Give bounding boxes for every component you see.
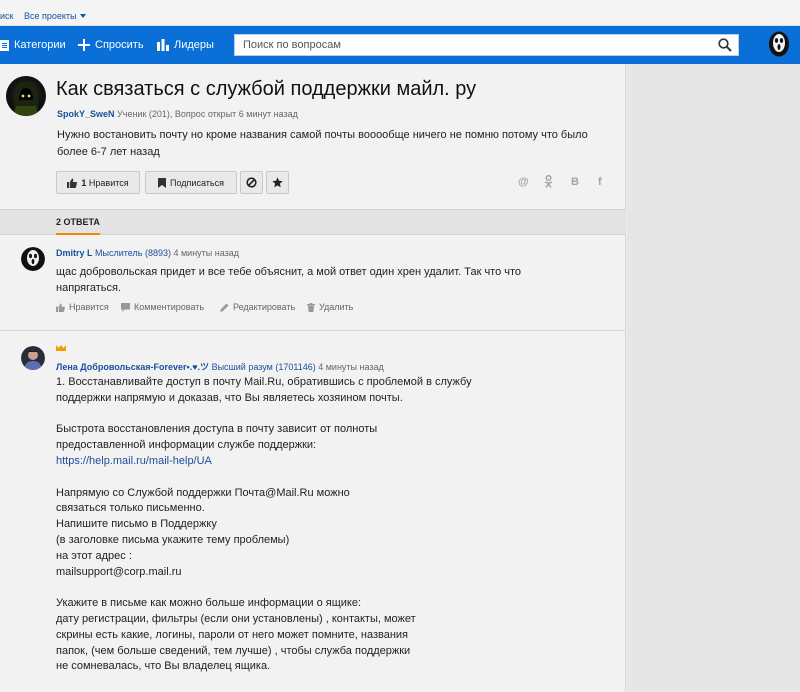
nav-leaders-label: Лидеры <box>174 39 214 51</box>
nav-categories[interactable]: Категории <box>0 26 66 64</box>
answer-delete-label: Удалить <box>319 302 354 312</box>
answer-author-link[interactable]: Dmitry L <box>56 248 93 258</box>
top-strip: иск Все проекты <box>0 0 800 26</box>
answer-text-part: Напрямую со Службой поддержки Почта@Mail… <box>56 486 416 673</box>
answer-author-rank[interactable]: Высший разум (1701146) <box>212 362 316 372</box>
plus-icon <box>78 39 90 51</box>
list-icon <box>0 39 9 51</box>
answer-author-link[interactable]: Лена Добровольская-Forever•.♥.ツ <box>56 362 209 372</box>
all-projects-menu[interactable]: Все проекты <box>24 11 86 21</box>
search-input[interactable] <box>235 35 705 55</box>
answer-meta: Лена Добровольская-Forever•.♥.ツ Высший р… <box>56 360 384 373</box>
search-box <box>234 34 739 56</box>
answer-like-action[interactable]: Нравится <box>56 302 109 312</box>
tab-answers[interactable]: 2 ОТВЕТА <box>56 210 100 235</box>
main-navbar: Категории Спросить Лидеры <box>0 26 800 64</box>
block-icon <box>246 177 257 188</box>
answer-author-avatar[interactable] <box>21 247 45 271</box>
thumbs-up-icon <box>56 302 65 312</box>
nav-categories-label: Категории <box>14 39 66 51</box>
question-status: Вопрос открыт 6 минут назад <box>174 109 298 119</box>
answer-meta: Dmitry L Мыслитель (8893) 4 минуты назад <box>56 248 239 258</box>
nav-ask[interactable]: Спросить <box>78 26 144 64</box>
help-link[interactable]: https://help.mail.ru/mail-help/UA <box>56 455 212 467</box>
like-label: Нравится <box>88 177 129 188</box>
question-title: Как связаться с службой поддержки майл. … <box>56 78 477 100</box>
trash-icon <box>307 302 315 312</box>
favorite-button[interactable] <box>266 171 289 194</box>
share-odnoklassniki-icon[interactable]: ok <box>544 175 553 188</box>
star-icon <box>272 177 283 188</box>
answer-time: 4 минуты назад <box>173 248 240 258</box>
answer-text: щас добровольская придет и все тебе объя… <box>56 266 522 294</box>
answer-edit-label: Редактировать <box>233 302 296 312</box>
answer-like-label: Нравится <box>69 302 109 312</box>
answer-comment-label: Комментировать <box>134 302 205 312</box>
top-strip-left-link[interactable]: иск <box>0 11 13 21</box>
answer-author-avatar[interactable] <box>21 346 45 370</box>
question-text: Нужно востановить почту но кроме названи… <box>57 129 588 158</box>
answer-actions: Нравится Комментировать Редактировать Уд… <box>56 302 456 314</box>
hooded-figure-icon <box>14 81 38 116</box>
block-button[interactable] <box>240 171 263 194</box>
share-vk-icon[interactable]: B <box>571 176 579 188</box>
subscribe-button[interactable]: Подписаться <box>145 171 237 194</box>
answer-text-part: 1. Восстанавливайте доступ в почту Mail.… <box>56 376 472 452</box>
pencil-icon <box>220 303 229 312</box>
nav-leaders[interactable]: Лидеры <box>157 26 214 64</box>
chevron-down-icon <box>79 14 86 18</box>
user-avatar[interactable] <box>768 31 790 57</box>
answer-comment-action[interactable]: Комментировать <box>121 302 204 312</box>
question-author-avatar[interactable] <box>6 76 46 116</box>
question-author-link[interactable]: SpokY_SweN <box>57 109 115 119</box>
answers-bar: 2 ОТВЕТА <box>0 209 626 235</box>
share-facebook-icon[interactable]: f <box>598 176 602 188</box>
question-meta: SpokY_SweN Ученик (201), Вопрос открыт 6… <box>57 109 298 119</box>
thumbs-up-icon <box>67 178 78 188</box>
question-panel: Как связаться с службой поддержки майл. … <box>0 64 626 692</box>
answer-author-rank[interactable]: Мыслитель (8893) <box>95 248 171 258</box>
comment-icon <box>121 302 130 312</box>
answer-time: 4 минуты назад <box>318 362 384 372</box>
like-button[interactable]: 1 Нравится <box>56 171 140 194</box>
answer-divider <box>0 330 626 331</box>
like-count: 1 <box>81 177 87 188</box>
answer-text: 1. Восстанавливайте доступ в почту Mail.… <box>56 375 616 675</box>
bar-chart-icon <box>157 39 169 51</box>
search-icon[interactable] <box>718 38 732 52</box>
question-author-rank: Ученик (201), <box>117 109 173 119</box>
answer-delete-action[interactable]: Удалить <box>307 302 353 312</box>
share-mail-icon[interactable]: @ <box>518 176 529 188</box>
flag-icon <box>158 177 167 188</box>
subscribe-label: Подписаться <box>170 177 224 188</box>
answer-edit-action[interactable]: Редактировать <box>220 302 295 312</box>
crown-icon <box>56 345 66 351</box>
nav-ask-label: Спросить <box>95 39 144 51</box>
right-sidebar <box>627 64 800 692</box>
